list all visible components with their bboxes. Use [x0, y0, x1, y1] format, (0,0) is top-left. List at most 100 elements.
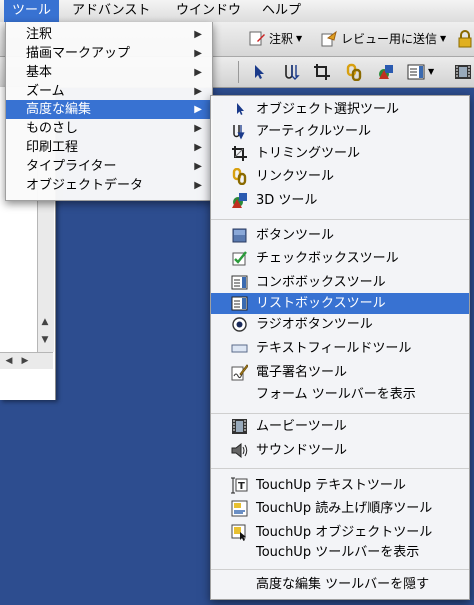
scroll-down-arrow-icon[interactable]: ▼	[38, 333, 52, 347]
toolbar-divider	[238, 61, 239, 83]
movie-icon	[232, 419, 247, 434]
menu-item-label: 高度な編集	[26, 102, 92, 117]
submenu-item-show-touchup-toolbar[interactable]: TouchUp ツールバーを表示	[211, 542, 469, 563]
menu-item-object-data[interactable]: オブジェクトデータ ▶	[6, 176, 212, 195]
submenu-item-hide-advanced-editing-toolbar[interactable]: 高度な編集 ツールバーを隠す	[211, 574, 469, 595]
menu-item-typewriter[interactable]: タイプライター ▶	[6, 157, 212, 176]
crop-icon	[232, 146, 247, 161]
menu-item-measuring[interactable]: ものさし ▶	[6, 119, 212, 138]
listbox-tool-icon	[407, 64, 425, 80]
chevron-down-icon: ▼	[296, 34, 303, 43]
menu-item-label: 注釈	[26, 27, 53, 42]
submenu-arrow-icon: ▶	[194, 142, 202, 153]
object-select-icon	[237, 103, 244, 115]
menu-item-label: タイプライター	[26, 159, 117, 174]
scroll-right-arrow-icon[interactable]: ▶	[18, 354, 32, 368]
menu-item-label: 基本	[26, 65, 53, 80]
submenu-item-button-tool[interactable]: ボタンツール	[211, 225, 469, 246]
crop-tool-button[interactable]	[313, 61, 331, 83]
form-tools-button[interactable]: ▼	[407, 61, 434, 83]
submenu-item-touchup-object[interactable]: TouchUp オブジェクトツール	[211, 522, 469, 543]
submenu-item-label: チェックボックスツール	[256, 251, 399, 266]
svg-text:T: T	[238, 481, 245, 492]
menu-item-advanced-editing[interactable]: 高度な編集 ▶	[6, 100, 212, 119]
radio-button-tool-icon	[232, 317, 247, 332]
submenu-item-label: ムービーツール	[256, 419, 347, 434]
submenu-item-label: リストボックスツール	[256, 296, 386, 311]
submenu-item-movie-tool[interactable]: ムービーツール	[211, 416, 469, 437]
submenu-item-3d[interactable]: 3D ツール	[211, 190, 469, 211]
menu-item-annotations[interactable]: 注釈 ▶	[6, 25, 212, 44]
menu-tools[interactable]: ツール	[4, 0, 60, 22]
link-icon	[232, 168, 247, 185]
menu-item-label: 描画マークアップ	[26, 46, 131, 61]
submenu-arrow-icon: ▶	[194, 123, 202, 134]
tools-menu: 注釈 ▶ 描画マークアップ ▶ 基本 ▶ ズーム ▶ 高度な編集 ▶ ものさし …	[5, 22, 213, 201]
submenu-item-object-select[interactable]: オブジェクト選択ツール	[211, 99, 469, 120]
listbox-tool-icon	[231, 296, 248, 311]
advanced-editing-submenu: オブジェクト選択ツール アーティクルツール トリミングツール リンクツール 3D…	[210, 95, 470, 600]
send-review-button[interactable]: レビュー用に送信 ▼	[320, 28, 446, 50]
submenu-item-radio-button-tool[interactable]: ラジオボタンツール	[211, 314, 469, 335]
submenu-item-label: フォーム ツールバーを表示	[256, 387, 416, 402]
submenu-arrow-icon: ▶	[194, 67, 202, 78]
submenu-item-touchup-reading-order[interactable]: TouchUp 読み上げ順序ツール	[211, 498, 469, 519]
submenu-item-show-forms-toolbar[interactable]: フォーム ツールバーを表示	[211, 384, 469, 405]
submenu-item-label: トリミングツール	[256, 146, 361, 161]
select-object-tool-button[interactable]	[250, 61, 268, 83]
menu-advanced[interactable]: アドバンスト	[64, 0, 158, 22]
digital-signature-icon	[231, 364, 248, 381]
security-button[interactable]	[456, 28, 474, 50]
text-field-tool-icon	[231, 344, 248, 353]
annotation-icon	[249, 31, 265, 46]
menu-separator	[211, 413, 469, 414]
submenu-item-label: 高度な編集 ツールバーを隠す	[256, 577, 430, 592]
movie-icon	[455, 65, 471, 79]
touchup-reading-order-icon	[231, 500, 248, 517]
submenu-item-touchup-text[interactable]: T TouchUp テキストツール	[211, 475, 469, 496]
menu-item-label: ズーム	[26, 84, 65, 99]
menu-item-print-production[interactable]: 印刷工程 ▶	[6, 138, 212, 157]
annotations-label: 注釈	[269, 32, 294, 46]
sound-icon	[231, 442, 248, 459]
movie-tool-button[interactable]	[454, 61, 472, 83]
submenu-item-checkbox-tool[interactable]: チェックボックスツール	[211, 248, 469, 269]
submenu-item-article[interactable]: アーティクルツール	[211, 121, 469, 142]
3d-icon	[379, 65, 393, 79]
submenu-item-digital-signature[interactable]: 電子署名ツール	[211, 362, 469, 383]
3d-tool-button[interactable]	[377, 61, 395, 83]
menu-help[interactable]: ヘルプ	[254, 0, 309, 22]
horizontal-scrollbar[interactable]: ◀ ▶	[0, 352, 53, 369]
send-review-icon	[321, 30, 337, 47]
submenu-item-link[interactable]: リンクツール	[211, 166, 469, 187]
submenu-item-label: 電子署名ツール	[256, 365, 348, 380]
touchup-object-icon	[231, 524, 246, 541]
menu-item-drawing-markup[interactable]: 描画マークアップ ▶	[6, 44, 212, 63]
3d-icon	[232, 193, 247, 208]
menu-window[interactable]: ウインドウ	[168, 0, 249, 22]
submenu-item-combobox-tool[interactable]: コンボボックスツール	[211, 272, 469, 293]
menu-item-label: オブジェクトデータ	[26, 178, 144, 193]
chevron-down-icon: ▼	[428, 67, 435, 76]
submenu-item-sound-tool[interactable]: サウンドツール	[211, 440, 469, 461]
scroll-left-arrow-icon[interactable]: ◀	[2, 354, 16, 368]
menu-item-zoom[interactable]: ズーム ▶	[6, 82, 212, 101]
submenu-item-listbox-tool[interactable]: リストボックスツール	[211, 293, 469, 314]
touchup-text-icon: T	[231, 477, 248, 494]
submenu-item-text-field-tool[interactable]: テキストフィールドツール	[211, 338, 469, 359]
submenu-item-label: リンクツール	[256, 169, 335, 184]
combobox-tool-icon	[231, 275, 248, 290]
menu-item-label: 印刷工程	[26, 140, 79, 155]
menu-item-basic[interactable]: 基本 ▶	[6, 63, 212, 82]
lock-icon	[458, 30, 472, 48]
link-tool-button[interactable]	[345, 61, 363, 83]
link-icon	[346, 63, 362, 81]
article-icon	[285, 65, 300, 80]
article-tool-button[interactable]	[282, 61, 300, 83]
submenu-item-crop[interactable]: トリミングツール	[211, 143, 469, 164]
scroll-up-arrow-icon[interactable]: ▲	[38, 315, 52, 329]
submenu-arrow-icon: ▶	[194, 161, 202, 172]
chevron-down-icon: ▼	[440, 34, 447, 43]
submenu-item-label: ラジオボタンツール	[256, 317, 373, 332]
annotations-button[interactable]: 注釈 ▼	[248, 28, 302, 50]
